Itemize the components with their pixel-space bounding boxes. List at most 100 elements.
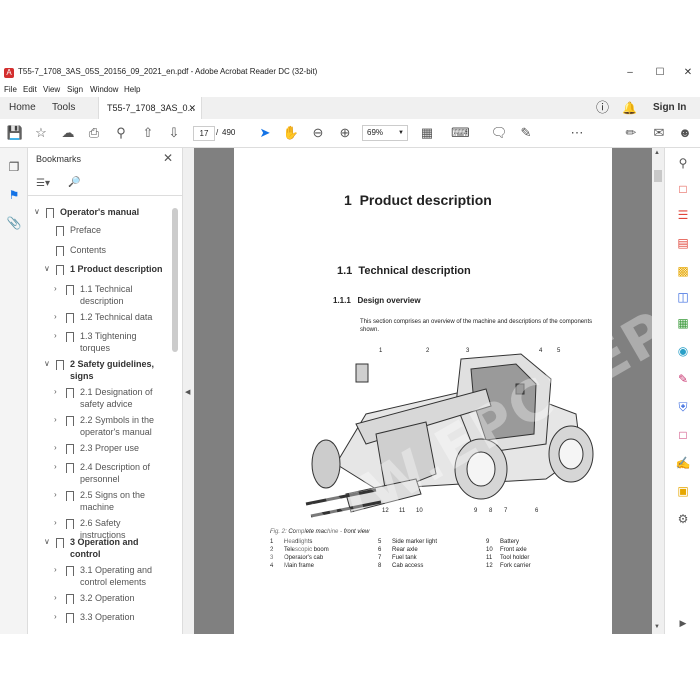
page-fit-icon[interactable]: ▦ (418, 124, 436, 142)
chevron-right-icon[interactable]: › (54, 490, 57, 499)
chevron-right-icon[interactable]: › (54, 593, 57, 602)
email-icon[interactable]: ✉ (650, 124, 668, 142)
bookmark-item[interactable]: › 3.3 Operation (28, 611, 170, 623)
print-icon[interactable]: ⎙ (85, 124, 103, 142)
chevron-right-icon[interactable]: › (54, 284, 57, 293)
zoom-out-icon[interactable]: ⊖ (309, 124, 327, 142)
bookmark-item[interactable]: › 1.3 Tightening torques (28, 330, 170, 354)
tab-tools[interactable]: Tools (52, 97, 75, 119)
next-page-icon[interactable]: ⇩ (165, 124, 183, 142)
page-number-input[interactable]: 17 (193, 126, 215, 141)
keyboard-icon[interactable]: ⌨ (451, 124, 470, 142)
bookmark-item[interactable]: › 2.5 Signs on the machine (28, 489, 170, 513)
create-pdf-icon[interactable]: ▤ (673, 234, 693, 252)
help-icon[interactable]: ⓘ (596, 97, 609, 119)
fill-sign-icon[interactable]: ✎ (673, 370, 693, 388)
combine-files-icon[interactable]: ◫ (673, 288, 693, 306)
scroll-thumb[interactable] (654, 170, 662, 182)
bookmarks-scrollbar[interactable] (172, 208, 178, 352)
bookmark-options-icon[interactable]: ☰▾ (36, 178, 50, 189)
notifications-bell-icon[interactable]: 🔔 (622, 97, 637, 119)
protect-shield-icon[interactable]: ⛨ (673, 398, 693, 416)
bookmark-item[interactable]: › 1.1 Technical description (28, 283, 170, 307)
bookmark-item[interactable]: › 2.1 Designation of safety advice (28, 386, 170, 410)
edit-pdf-icon[interactable]: ☰ (673, 206, 693, 224)
bookmark-item[interactable]: › 2.6 Safety instructions (28, 517, 170, 540)
bookmark-item[interactable]: Contents (28, 244, 170, 256)
chevron-right-icon[interactable]: › (54, 565, 57, 574)
scan-ocr-icon[interactable]: ◉ (673, 342, 693, 360)
stamp-icon[interactable]: ▣ (673, 482, 693, 500)
chevron-right-icon[interactable]: › (54, 387, 57, 396)
menu-window[interactable]: Window (90, 85, 118, 94)
bookmarks-panel-icon[interactable]: ⚑ (5, 186, 23, 204)
bookmark-search-icon[interactable]: 🔎 (68, 177, 80, 188)
bookmark-item[interactable]: › 2.4 Description of personnel (28, 461, 170, 485)
organize-pages-icon[interactable]: ▦ (673, 314, 693, 332)
comment-tool-icon[interactable]: ▩ (673, 262, 693, 280)
bookmark-item[interactable]: › 3.1 Operating and control elements (28, 564, 170, 588)
search-zoom-icon[interactable]: ⚲ (112, 124, 130, 142)
expand-rail-icon[interactable]: ▶ (673, 614, 693, 632)
highlight-pen-icon[interactable]: ✎ (517, 124, 535, 142)
more-tools-icon[interactable]: ⚙ (673, 510, 693, 528)
select-cursor-icon[interactable]: ➤ (256, 124, 274, 142)
bookmark-item[interactable]: ∨ Operator's manual (28, 206, 170, 218)
share-user-icon[interactable]: ☻ (676, 124, 694, 142)
export-pdf-icon[interactable]: □ (673, 180, 693, 198)
scroll-down-icon[interactable]: ▼ (654, 624, 660, 630)
zoom-select[interactable]: 69% ▼ (362, 125, 408, 141)
chevron-right-icon[interactable]: › (54, 415, 57, 424)
bookmark-item[interactable]: › 2.3 Proper use (28, 442, 170, 454)
chevron-down-icon[interactable]: ∨ (44, 359, 50, 368)
scroll-up-icon[interactable]: ▲ (654, 150, 660, 156)
chevron-right-icon[interactable]: › (54, 312, 57, 321)
bookmark-item[interactable]: ∨ 1 Product description (28, 263, 170, 275)
sign-in-button[interactable]: Sign In (653, 97, 686, 119)
bookmark-star-icon[interactable]: ☆ (32, 124, 50, 142)
bookmark-item[interactable]: ∨ 2 Safety guidelines, signs (28, 358, 170, 382)
close-window-button[interactable]: ✕ (680, 65, 696, 81)
chevron-right-icon[interactable]: › (54, 331, 57, 340)
bookmark-item[interactable]: › 1.2 Technical data (28, 311, 170, 323)
panel-splitter[interactable]: ◀ (183, 148, 194, 634)
bookmark-item[interactable]: Preface (28, 224, 170, 236)
chevron-down-icon[interactable]: ∨ (44, 537, 50, 546)
bookmark-item[interactable]: › 3.2 Operation (28, 592, 170, 604)
save-icon[interactable]: 💾 (6, 124, 24, 142)
bookmark-item[interactable]: ∨ 3 Operation and control (28, 536, 170, 560)
sign-pen-icon[interactable]: ✏ (622, 124, 640, 142)
menu-file[interactable]: File (4, 85, 17, 94)
collapse-arrow-icon[interactable]: ◀ (185, 388, 190, 396)
attachments-clip-icon[interactable]: 📎 (5, 214, 23, 232)
menu-edit[interactable]: Edit (23, 85, 37, 94)
menu-sign[interactable]: Sign (67, 85, 83, 94)
previous-page-icon[interactable]: ⇧ (139, 124, 157, 142)
menu-help[interactable]: Help (124, 85, 140, 94)
page-thumbnails-icon[interactable]: ❐ (5, 158, 23, 176)
upload-cloud-icon[interactable]: ☁ (59, 124, 77, 142)
bookmark-item[interactable]: › 2.2 Symbols in the operator's manual (28, 414, 170, 438)
maximize-button[interactable]: ☐ (652, 65, 668, 81)
tab-document[interactable]: T55-7_1708_3AS_0... ✕ (98, 97, 202, 119)
chevron-right-icon[interactable]: › (54, 462, 57, 471)
more-options-icon[interactable]: ⋯ (568, 124, 586, 142)
request-signature-icon[interactable]: ✍ (673, 454, 693, 472)
close-tab-icon[interactable]: ✕ (188, 97, 196, 119)
tab-home[interactable]: Home (9, 97, 36, 119)
zoom-search-icon[interactable]: ⚲ (673, 154, 693, 172)
chevron-right-icon[interactable]: › (54, 518, 57, 527)
chevron-right-icon[interactable]: › (54, 443, 57, 452)
chevron-right-icon[interactable]: › (54, 612, 57, 621)
chevron-down-icon[interactable]: ∨ (44, 264, 50, 273)
menu-view[interactable]: View (43, 85, 60, 94)
redact-icon[interactable]: □ (673, 426, 693, 444)
chevron-down-icon[interactable]: ∨ (34, 207, 40, 216)
close-panel-icon[interactable]: ✕ (163, 151, 173, 165)
minimize-button[interactable]: – (622, 65, 638, 81)
document-viewport[interactable]: 1 Product description 1.1 Technical desc… (194, 148, 652, 634)
comment-icon[interactable]: 🗨 (490, 124, 508, 142)
document-scrollbar[interactable]: ▲ ▼ (652, 148, 664, 634)
zoom-in-icon[interactable]: ⊕ (336, 124, 354, 142)
hand-tool-icon[interactable]: ✋ (282, 124, 300, 142)
